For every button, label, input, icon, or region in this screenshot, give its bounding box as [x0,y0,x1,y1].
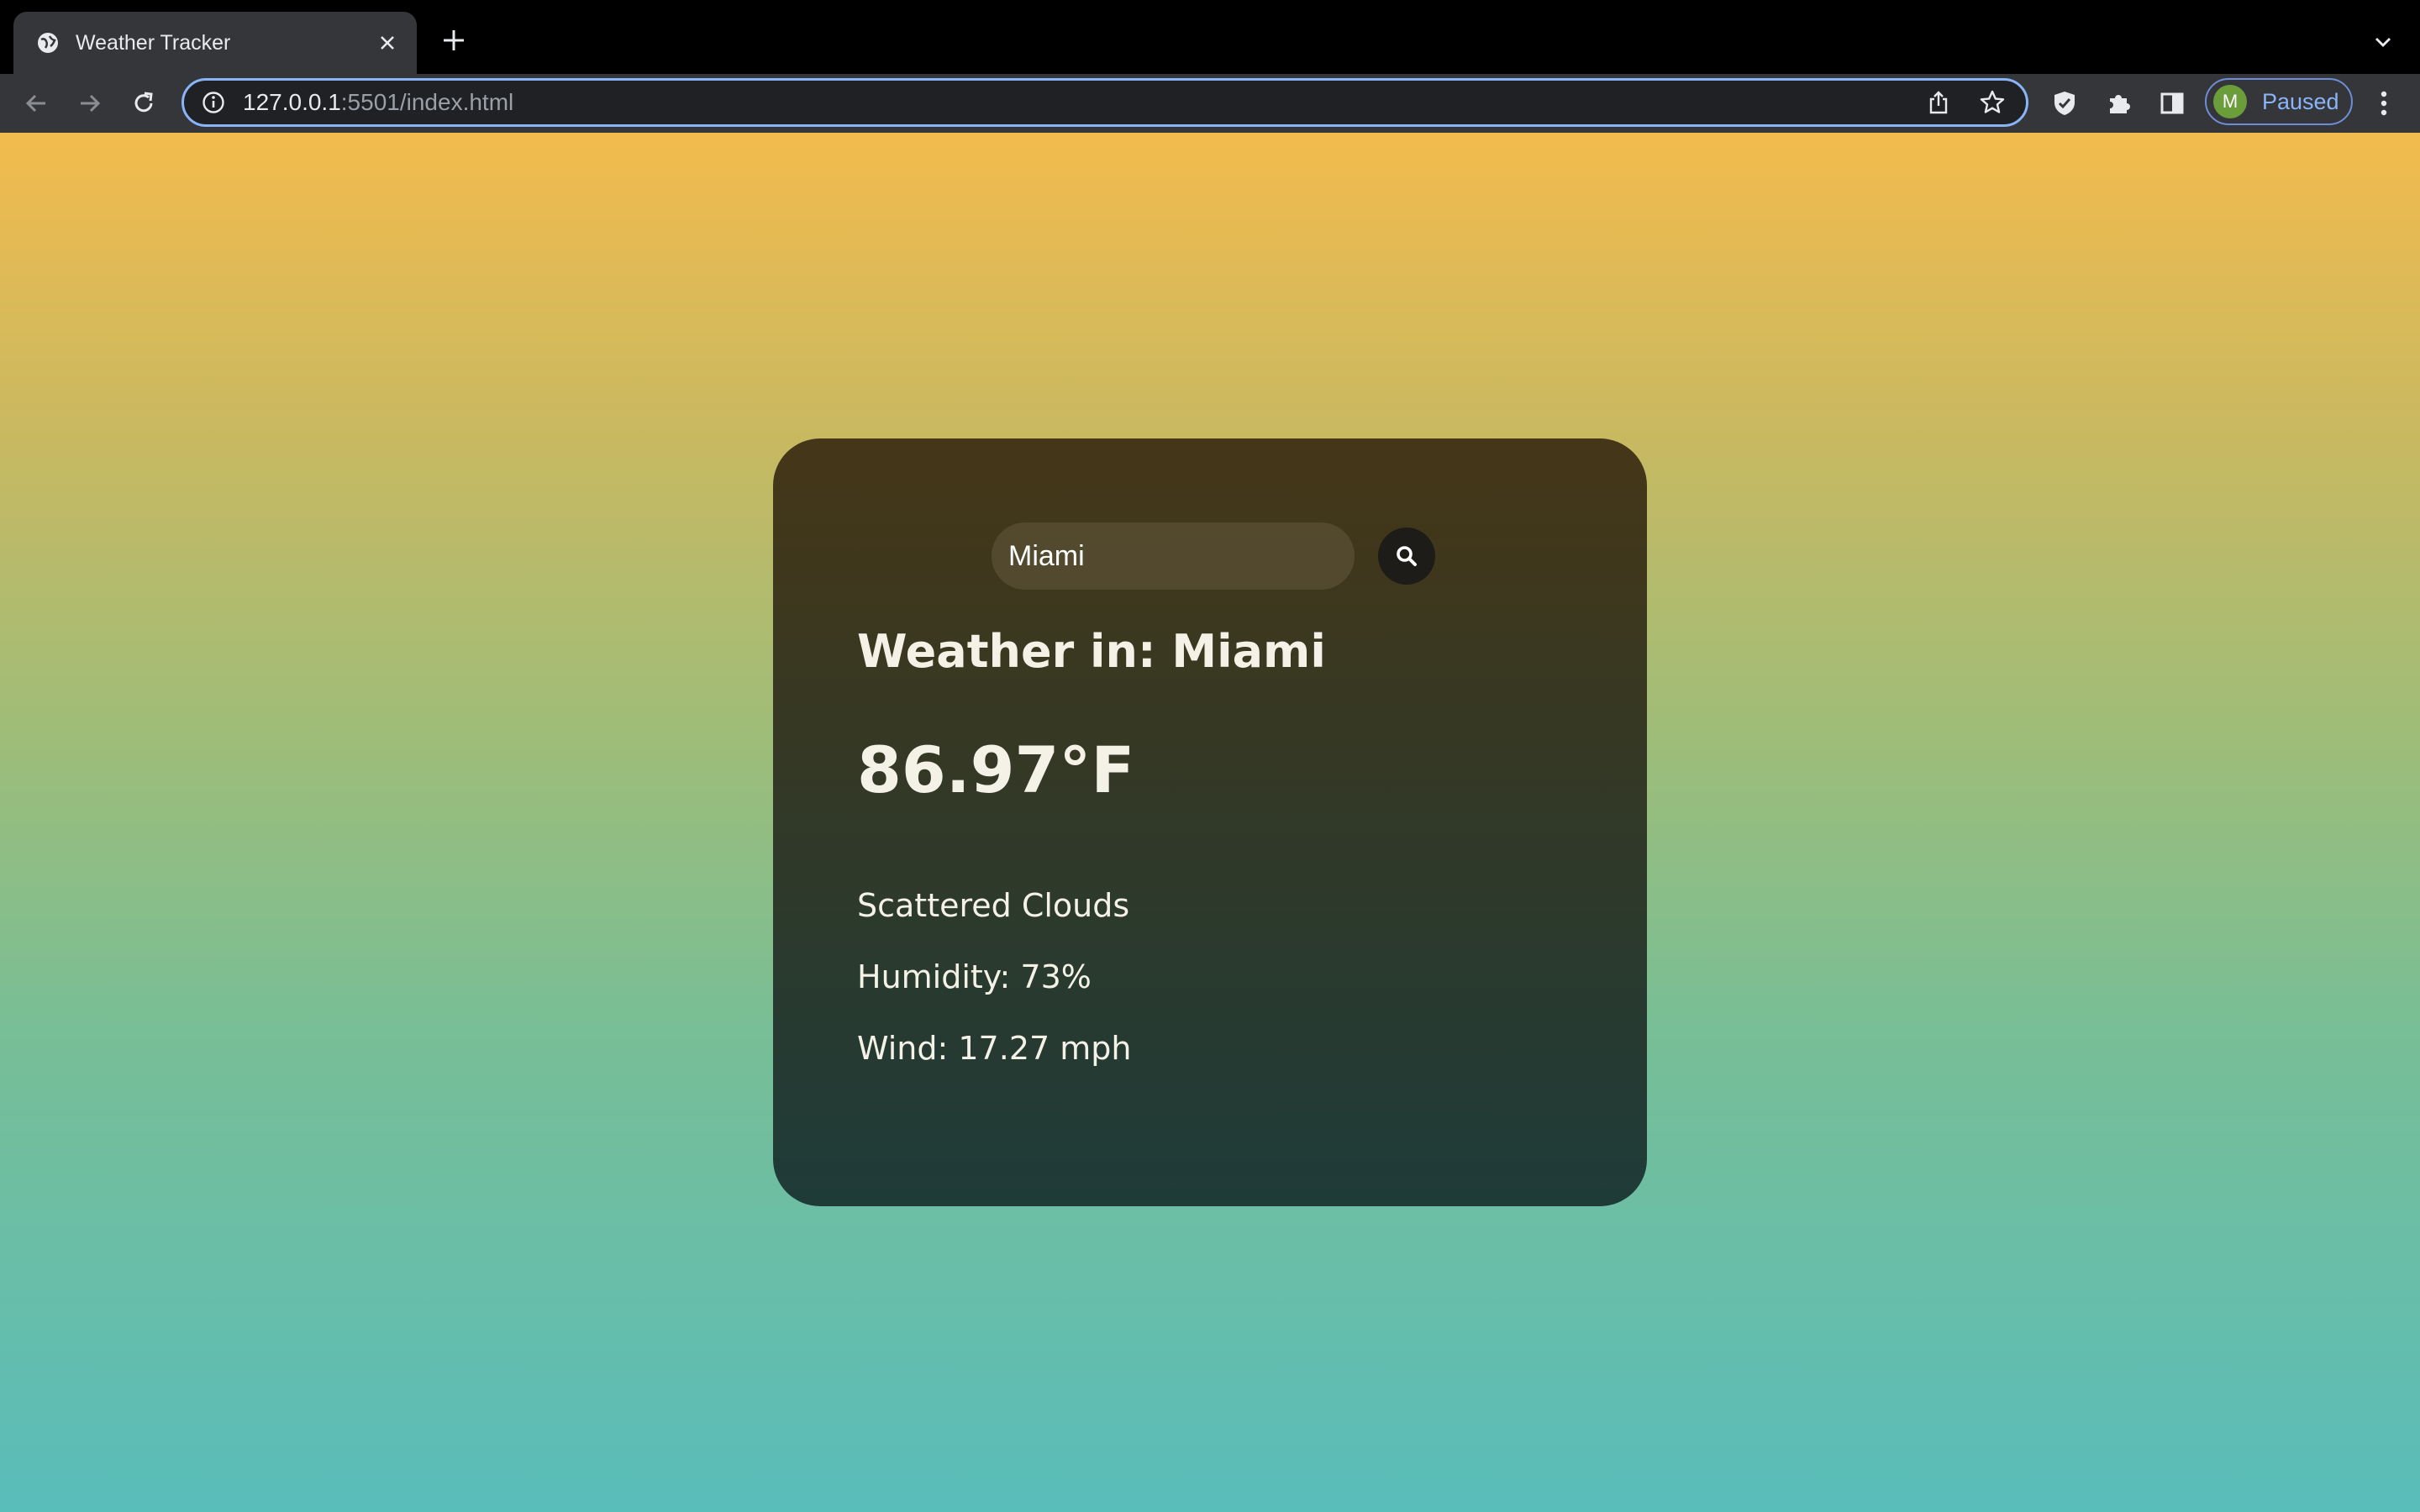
info-icon[interactable] [201,90,226,115]
shield-icon[interactable] [2045,84,2084,123]
back-button[interactable] [17,84,55,123]
profile-button[interactable]: M Paused [2205,78,2353,125]
tab-strip: Weather Tracker [0,0,2420,74]
search-button[interactable] [1378,528,1435,585]
search-icon [1397,546,1417,566]
temperature: 86.97°F [857,732,1135,807]
url-path: :5501/index.html [340,89,514,115]
wind-speed: Wind: 17.27 mph [857,1030,1132,1067]
more-menu-icon[interactable] [2365,84,2403,123]
profile-status: Paused [2262,88,2339,114]
humidity: Humidity: 73% [857,958,1092,995]
side-panel-icon[interactable] [2153,84,2191,123]
search-bar [992,522,1435,590]
browser-tab[interactable]: Weather Tracker [13,12,417,74]
search-input[interactable] [992,522,1355,590]
close-icon[interactable] [375,30,400,55]
city-heading: Weather in: Miami [857,625,1326,678]
weather-description: Scattered Clouds [857,887,1130,924]
page-viewport: Weather in: Miami 86.97°F Scattered Clou… [0,133,2420,1512]
avatar: M [2213,85,2247,118]
chevron-down-icon[interactable] [2368,27,2398,57]
share-icon[interactable] [1922,86,1955,119]
address-bar[interactable]: 127.0.0.1:5501/index.html [182,78,2028,127]
url-text: 127.0.0.1:5501/index.html [243,89,1902,116]
weather-card: Weather in: Miami 86.97°F Scattered Clou… [773,438,1647,1206]
tab-title: Weather Tracker [76,30,231,55]
new-tab-button[interactable] [439,25,469,55]
url-host: 127.0.0.1 [243,89,341,115]
star-icon[interactable] [1975,86,2009,119]
puzzle-icon[interactable] [2099,84,2138,123]
globe-icon [35,30,60,55]
reload-button[interactable] [124,84,163,123]
browser-toolbar: 127.0.0.1:5501/index.html M Paused [0,74,2420,133]
forward-button[interactable] [71,84,109,123]
